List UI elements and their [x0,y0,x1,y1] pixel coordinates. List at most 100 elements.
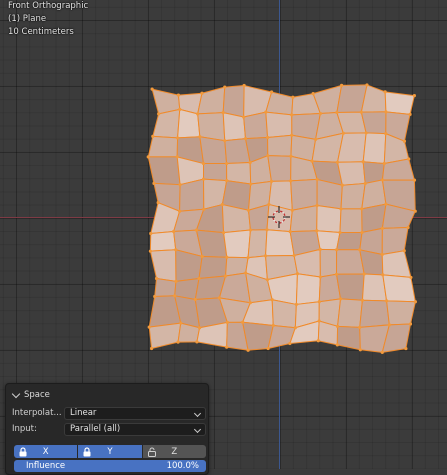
mesh-vertex[interactable] [149,346,154,351]
mesh-vertex[interactable] [338,297,343,301]
mesh-vertex[interactable] [412,178,417,182]
mesh-face[interactable] [290,178,318,211]
mesh-vertex[interactable] [151,134,155,138]
mesh-vertex[interactable] [384,132,388,136]
mesh-vertex[interactable] [246,348,250,352]
mesh-vertex[interactable] [295,272,300,276]
mesh-vertex[interactable] [198,135,202,139]
mesh-vertex[interactable] [293,326,297,330]
mesh-vertex[interactable] [156,201,160,205]
mesh-face[interactable] [384,91,415,115]
mesh-vertex[interactable] [223,274,228,278]
axis-y-toggle[interactable]: Y [78,445,142,458]
mesh-face[interactable] [267,134,293,157]
mesh-vertex[interactable] [265,228,269,232]
mesh-vertex[interactable] [292,253,296,258]
mesh-vertex[interactable] [288,341,292,346]
mesh-vertex[interactable] [315,203,319,208]
mesh-face[interactable] [340,182,366,210]
mesh-vertex[interactable] [246,208,251,212]
lock-icon[interactable] [82,447,92,457]
mesh-vertex[interactable] [217,296,222,300]
mesh-vertex[interactable] [380,226,384,230]
mesh-vertex[interactable] [153,294,157,299]
mesh-vertex[interactable] [265,135,270,140]
mesh-vertex[interactable] [359,110,363,114]
mesh-vertex[interactable] [383,90,387,94]
mesh-face[interactable] [197,86,226,115]
mesh-vertex[interactable] [248,228,253,232]
mesh-face[interactable] [359,299,390,328]
mesh-vertex[interactable] [174,248,178,252]
panel-header-space[interactable]: Space [11,388,50,402]
mesh-vertex[interactable] [317,300,321,304]
interpolation-dropdown[interactable]: Linear [64,406,206,420]
mesh-vertex[interactable] [315,229,319,233]
mesh-vertex[interactable] [384,110,388,114]
mesh-vertex[interactable] [197,276,201,281]
mesh-vertex[interactable] [201,177,206,181]
mesh-vertex[interactable] [358,348,362,352]
mesh-vertex[interactable] [150,87,154,91]
mesh-face[interactable] [152,108,181,139]
mesh-vertex[interactable] [335,160,340,164]
mesh-vertex[interactable] [363,181,367,186]
mesh-vertex[interactable] [244,271,248,275]
mesh-vertex[interactable] [266,346,270,351]
mesh-vertex[interactable] [318,247,322,251]
mesh-vertex[interactable] [225,255,229,259]
mesh-face[interactable] [316,230,341,251]
unlock-icon[interactable] [147,447,157,457]
mesh-vertex[interactable] [387,323,391,327]
mesh-face[interactable] [337,298,363,328]
mesh-vertex[interactable] [223,85,227,89]
lock-icon[interactable] [18,447,28,457]
mesh-vertex[interactable] [365,83,369,87]
mesh-vertex[interactable] [384,202,388,206]
mesh-vertex[interactable] [317,319,321,323]
mesh-vertex[interactable] [146,155,150,159]
mesh-vertex[interactable] [402,249,406,253]
mesh-vertex[interactable] [241,320,245,324]
mesh-face[interactable] [197,112,226,142]
mesh-face[interactable] [295,273,321,305]
mesh-vertex[interactable] [198,326,202,330]
mesh-vertex[interactable] [152,181,156,185]
mesh-face[interactable] [362,132,387,165]
mesh-vertex[interactable] [291,95,295,99]
mesh-vertex[interactable] [382,161,386,166]
mesh-face[interactable] [381,250,412,278]
mesh-vertex[interactable] [402,139,407,143]
mesh-vertex[interactable] [221,111,225,115]
mesh-face[interactable] [148,322,182,349]
mesh-vertex[interactable] [289,154,293,158]
mesh-vertex[interactable] [361,160,365,164]
mesh-vertex[interactable] [263,254,268,258]
mesh-vertex[interactable] [335,248,339,252]
mesh-vertex[interactable] [154,276,159,281]
mesh-vertex[interactable] [409,275,413,280]
mesh-vertex[interactable] [225,345,229,349]
mesh-vertex[interactable] [288,230,292,234]
mesh-vertex[interactable] [407,157,411,161]
mesh-vertex[interactable] [271,323,275,328]
mesh-vertex[interactable] [266,154,270,158]
mesh-vertex[interactable] [310,159,314,163]
mesh-vertex[interactable] [248,301,252,305]
mesh-vertex[interactable] [147,325,151,329]
mesh-vertex[interactable] [220,202,224,207]
mesh-vertex[interactable] [172,229,176,234]
mesh-vertex[interactable] [193,297,197,302]
mesh-vertex[interactable] [179,321,183,325]
mesh-vertex[interactable] [195,340,199,344]
axis-z-toggle[interactable]: Z [142,445,206,458]
mesh-face[interactable] [336,273,365,301]
mesh-vertex[interactable] [316,339,320,343]
mesh-vertex[interactable] [335,324,340,328]
mesh-vertex[interactable] [178,107,182,111]
mesh-vertex[interactable] [364,131,368,135]
mesh-vertex[interactable] [201,161,206,166]
mesh-vertex[interactable] [242,115,246,119]
mesh-vertex[interactable] [248,160,252,165]
mesh-vertex[interactable] [225,179,229,183]
